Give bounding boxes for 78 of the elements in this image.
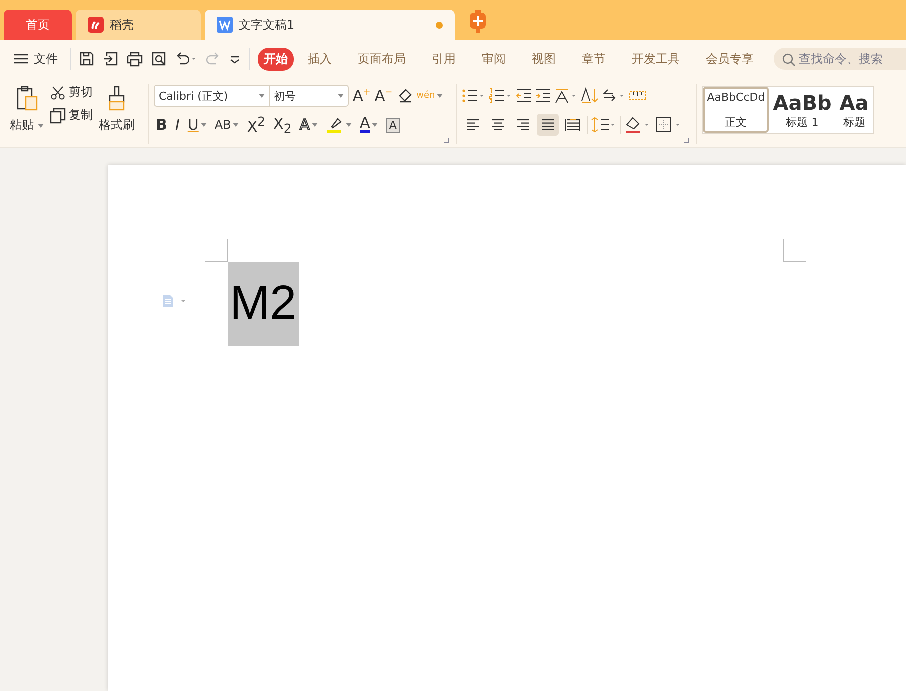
undo-icon[interactable] <box>175 51 197 67</box>
cut-button[interactable]: 剪切 <box>50 84 93 101</box>
scissors-icon <box>50 84 66 100</box>
ribbon-tab[interactable]: 章节 <box>576 48 612 70</box>
flame-icon <box>88 17 104 33</box>
ribbon-tab[interactable]: 插入 <box>302 48 338 70</box>
alignment-lines-icon <box>490 118 506 132</box>
document-text: M2 <box>228 262 299 346</box>
paste-button[interactable]: 粘贴 <box>10 84 44 147</box>
style-name: 标题 <box>843 115 866 130</box>
copy-icon <box>50 108 66 124</box>
print-icon[interactable] <box>127 51 143 67</box>
document-tab[interactable]: 文字文稿1 <box>205 10 455 40</box>
crop-mark <box>205 239 228 262</box>
format-button[interactable]: X$_{2}$ <box>272 114 294 136</box>
ribbon-tab[interactable]: 开发工具 <box>626 48 686 70</box>
style-preview: AaBb <box>773 91 832 115</box>
format-button[interactable]: A <box>298 116 320 134</box>
ribbon-tab[interactable]: 引用 <box>426 48 462 70</box>
ribbon-tab[interactable]: 审阅 <box>476 48 512 70</box>
format-button[interactable]: B <box>154 116 170 134</box>
alignment-lines-icon <box>515 118 532 132</box>
line-spacing-icon[interactable] <box>591 117 618 133</box>
format-painter-button[interactable]: 格式刷 <box>99 84 135 147</box>
export-document-icon[interactable] <box>103 51 119 67</box>
tab-label: 首页 <box>26 16 50 34</box>
ribbon-tab[interactable]: 视图 <box>526 48 562 70</box>
save-icon[interactable] <box>79 51 95 67</box>
style-preview: Aa <box>840 91 869 115</box>
new-tab-icon[interactable] <box>469 10 487 34</box>
alignment-lines-icon <box>465 118 482 132</box>
copy-button[interactable]: 复制 <box>50 107 93 124</box>
menu-icon <box>14 54 28 64</box>
font-name-dropdown[interactable]: Calibri (正文) <box>155 86 270 106</box>
align-button[interactable] <box>537 114 560 136</box>
clipboard-icon <box>15 86 39 112</box>
tab-label: 文字文稿1 <box>239 16 296 34</box>
eraser-icon[interactable] <box>396 88 413 104</box>
style-preview: AaBbCcDd <box>707 91 766 104</box>
search-icon <box>782 53 796 67</box>
document-w-icon <box>217 17 233 33</box>
style-name: 标题 1 <box>786 115 819 130</box>
line-break-icon[interactable] <box>602 88 626 104</box>
style-name: 正文 <box>725 115 748 130</box>
style-gallery-item[interactable]: AaBbCcDd 正文 <box>703 87 770 133</box>
font-size-step-button[interactable]: A$^{−}$ <box>374 87 393 105</box>
ribbon-tab[interactable]: 开始 <box>258 48 294 70</box>
format-button[interactable]: A <box>358 117 380 133</box>
format-button[interactable] <box>324 116 354 134</box>
ribbon-tab[interactable]: 会员专享 <box>700 48 760 70</box>
format-button[interactable]: X$^{2}$ <box>245 114 268 136</box>
search-field[interactable]: 查找命令、搜索 <box>774 48 906 70</box>
alignment-lines-icon <box>565 118 582 132</box>
format-button[interactable]: AB <box>212 118 242 132</box>
font-size-step-button[interactable]: A$^{+}$ <box>353 87 371 105</box>
sort-icon[interactable] <box>581 87 600 105</box>
bullet-list-icon[interactable] <box>462 88 486 104</box>
ruler-icon[interactable] <box>629 89 648 103</box>
file-menu-button[interactable]: 文件 <box>10 46 62 72</box>
decrease-indent-icon[interactable] <box>516 88 532 104</box>
text-direction-icon[interactable] <box>554 88 578 104</box>
ribbon-tab[interactable]: 页面布局 <box>352 48 412 70</box>
document-tab[interactable]: 稻壳 <box>76 10 201 40</box>
style-gallery-item[interactable]: Aa 标题 <box>836 87 873 133</box>
tab-label: 稻壳 <box>110 16 135 34</box>
font-size-dropdown[interactable]: 初号 <box>270 86 348 106</box>
format-button[interactable]: U <box>186 116 209 134</box>
numbered-list-icon[interactable] <box>489 88 514 104</box>
document-tab[interactable]: 首页 <box>4 10 72 40</box>
paragraph-handle-icon[interactable] <box>162 294 188 308</box>
alignment-lines-icon <box>540 118 556 132</box>
style-gallery-item[interactable]: AaBb 标题 1 <box>769 87 836 133</box>
highlighter-icon <box>326 116 344 134</box>
increase-indent-icon[interactable] <box>535 88 552 104</box>
print-preview-icon[interactable] <box>151 51 167 67</box>
format-button[interactable]: I <box>173 116 182 134</box>
format-button[interactable]: A <box>384 118 402 132</box>
crop-mark <box>783 239 806 262</box>
